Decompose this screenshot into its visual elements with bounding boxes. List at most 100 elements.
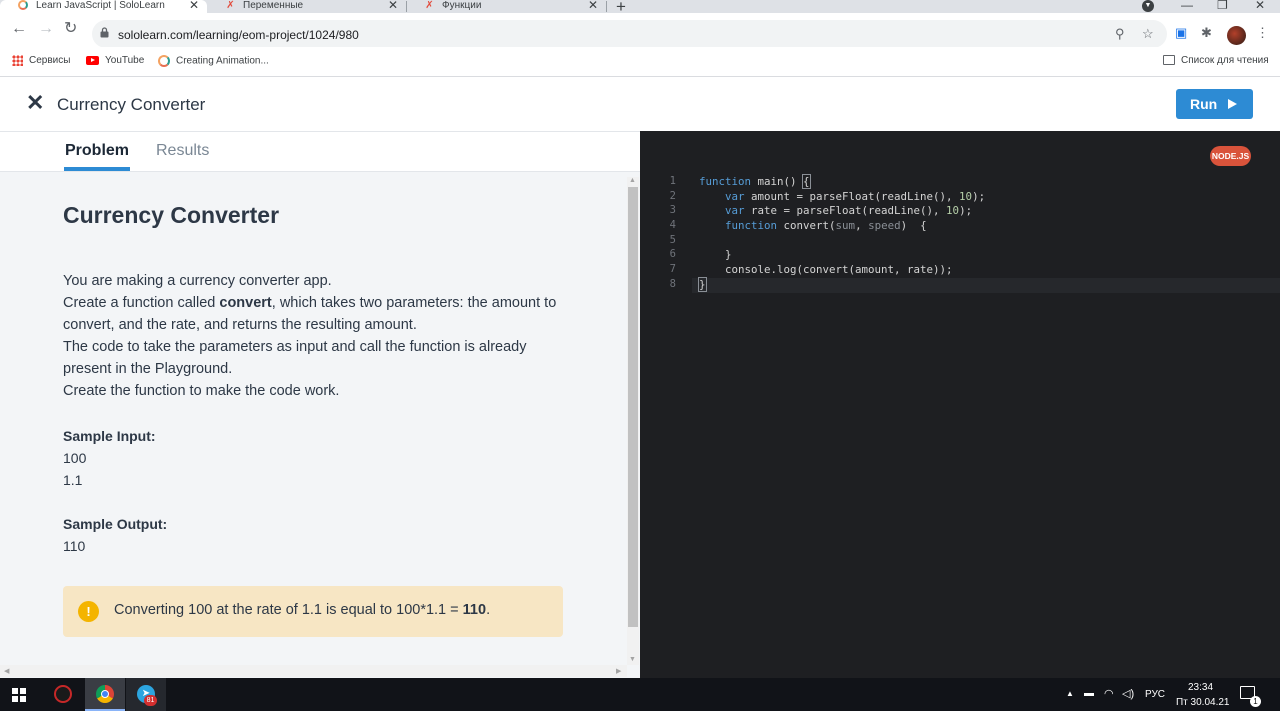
code-token: ); [959,204,973,218]
battery-icon[interactable]: ▬ [1084,688,1094,699]
code-token: console.log(convert(amount, rate)); [725,263,953,277]
reading-list-icon [1163,55,1175,66]
close-tab-icon[interactable]: ✕ [189,0,199,11]
restore-icon[interactable]: ❐ [1217,0,1228,12]
code-token: , [855,219,869,233]
browser-toolbar: ← → ↻ sololearn.com/learning/eom-project… [0,13,1280,48]
code-line: var amount = parseFloat(readLine(), 10); [699,190,985,205]
tray-expand-icon[interactable]: ▲ [1066,689,1074,698]
browser-tab-sololearn[interactable]: Learn JavaScript | SoloLearn ✕ [0,0,207,13]
notification-count: 1 [1250,696,1261,707]
zoom-icon[interactable]: ⚲ [1115,26,1125,42]
scroll-right-icon[interactable]: ▶ [616,667,621,675]
sample-output-value: 110 [63,538,86,554]
hint-text: Converting 100 at the rate of 1.1 is equ… [114,602,490,618]
keyword: var [725,189,745,203]
sololearn-figure-icon: ✗ [226,0,235,11]
clock-date[interactable]: Пт 30.04.21 [1176,697,1229,708]
line-number: 8 [669,277,676,290]
bookmark-youtube[interactable]: YouTube [86,55,144,66]
code-token: } [725,248,732,262]
tab-results[interactable]: Results [156,142,209,160]
taskbar-app-telegram[interactable]: ➤ 81 [126,678,166,711]
lock-icon [100,27,109,38]
hint-text-pre: Converting 100 at the rate of 1.1 is equ… [114,602,463,618]
scroll-left-icon[interactable]: ◀ [4,667,9,675]
bookmark-star-icon[interactable]: ☆ [1142,26,1154,42]
browser-tab-variables[interactable]: ✗ Переменные ✕ [207,0,406,13]
runtime-badge: NODE.JS [1210,146,1251,166]
browser-tab-bar: Learn JavaScript | SoloLearn ✕ ✗ Перемен… [0,0,1280,16]
reading-list-label: Список для чтения [1181,55,1269,66]
bookmark-services[interactable]: Сервисы [12,55,70,66]
menu-kebab-icon[interactable]: ⋮ [1256,25,1269,41]
code-token: main() [751,175,804,188]
tab-search-icon[interactable]: ▼ [1142,0,1154,12]
chrome-icon-center [101,690,109,698]
forward-arrow-icon[interactable]: → [38,21,54,37]
line-number: 7 [669,263,676,276]
tab-title: Learn JavaScript | SoloLearn [36,0,165,11]
address-bar[interactable]: sololearn.com/learning/eom-project/1024/… [92,20,1167,48]
code-line: function main() { [699,174,985,190]
browser-tab-functions[interactable]: ✗ Функции ✕ [406,0,606,13]
windows-taskbar: ➤ 81 ▲ ▬ ◠ ◁) РУС 23:34 Пт 30.04.21 1 [0,678,1280,711]
scroll-up-icon[interactable]: ▲ [629,177,636,184]
telegram-badge: 81 [144,695,157,706]
game-app-icon [54,685,72,703]
code-line: } [699,248,985,263]
bookmarks-bar: Сервисы YouTube Creating Animation... Сп… [0,47,1280,77]
wifi-icon[interactable]: ◠ [1104,687,1114,700]
close-tab-icon[interactable]: ✕ [588,0,598,11]
translate-extension-icon[interactable]: ▣ [1175,25,1187,41]
keyword: function [725,219,778,233]
scroll-down-icon[interactable]: ▼ [629,656,636,663]
problem-tabs: Problem Results [0,132,640,172]
code-text[interactable]: function main() { var amount = parseFloa… [698,174,985,293]
code-token: amount = parseFloat(readLine(), [744,189,960,203]
minimize-icon[interactable]: — [1181,0,1193,12]
line-number: 4 [669,219,676,232]
youtube-icon [86,55,99,65]
warning-icon: ! [78,601,99,622]
scrollbar-thumb[interactable] [628,187,638,627]
sololearn-figure-icon: ✗ [425,0,434,11]
bookmark-creating-animation[interactable]: Creating Animation... [158,55,269,67]
start-button[interactable] [0,678,40,711]
sample-output-label: Sample Output: [63,516,168,532]
close-tab-icon[interactable]: ✕ [388,0,398,11]
profile-avatar[interactable] [1227,26,1246,45]
close-icon[interactable]: ✕ [26,92,44,114]
desc-line: You are making a currency converter app. [63,273,332,289]
line-number: 3 [669,204,676,217]
taskbar-app-game[interactable] [44,678,82,711]
vertical-scrollbar[interactable]: ▲ ▼ [627,177,639,665]
horizontal-scrollbar[interactable]: ◀ ▶ [0,665,627,677]
reload-icon[interactable]: ↻ [64,21,77,37]
line-number-gutter: 1 2 3 4 5 6 7 8 [658,175,676,293]
back-arrow-icon[interactable]: ← [11,21,27,37]
play-icon [1228,99,1237,109]
ring-icon [158,55,170,67]
apps-grid-icon [12,55,23,66]
desc-line: The code to take the parameters as input… [63,339,527,377]
bookmark-label: Creating Animation... [176,55,269,67]
tab-problem[interactable]: Problem [65,142,129,160]
number-literal: 10 [946,204,960,218]
taskbar-app-chrome[interactable] [85,678,125,711]
tab-separator [606,1,607,12]
reading-list[interactable]: Список для чтения [1163,55,1269,66]
volume-icon[interactable]: ◁) [1122,687,1134,700]
url-text: sololearn.com/learning/eom-project/1024/… [118,28,359,42]
clock-time[interactable]: 23:34 [1188,682,1213,693]
close-window-icon[interactable]: ✕ [1255,0,1265,12]
desc-line: Create the function to make the code wor… [63,383,340,399]
code-editor[interactable]: NODE.JS 1 2 3 4 5 6 7 8 function main() … [640,131,1280,678]
code-line: } [698,276,985,293]
run-button[interactable]: Run [1176,89,1253,119]
sample-input-value: 100 [63,450,87,466]
bookmark-label: Сервисы [29,55,71,67]
extensions-puzzle-icon[interactable]: ✱ [1201,25,1212,41]
language-indicator[interactable]: РУС [1145,689,1165,700]
matched-brace: { [802,174,811,189]
